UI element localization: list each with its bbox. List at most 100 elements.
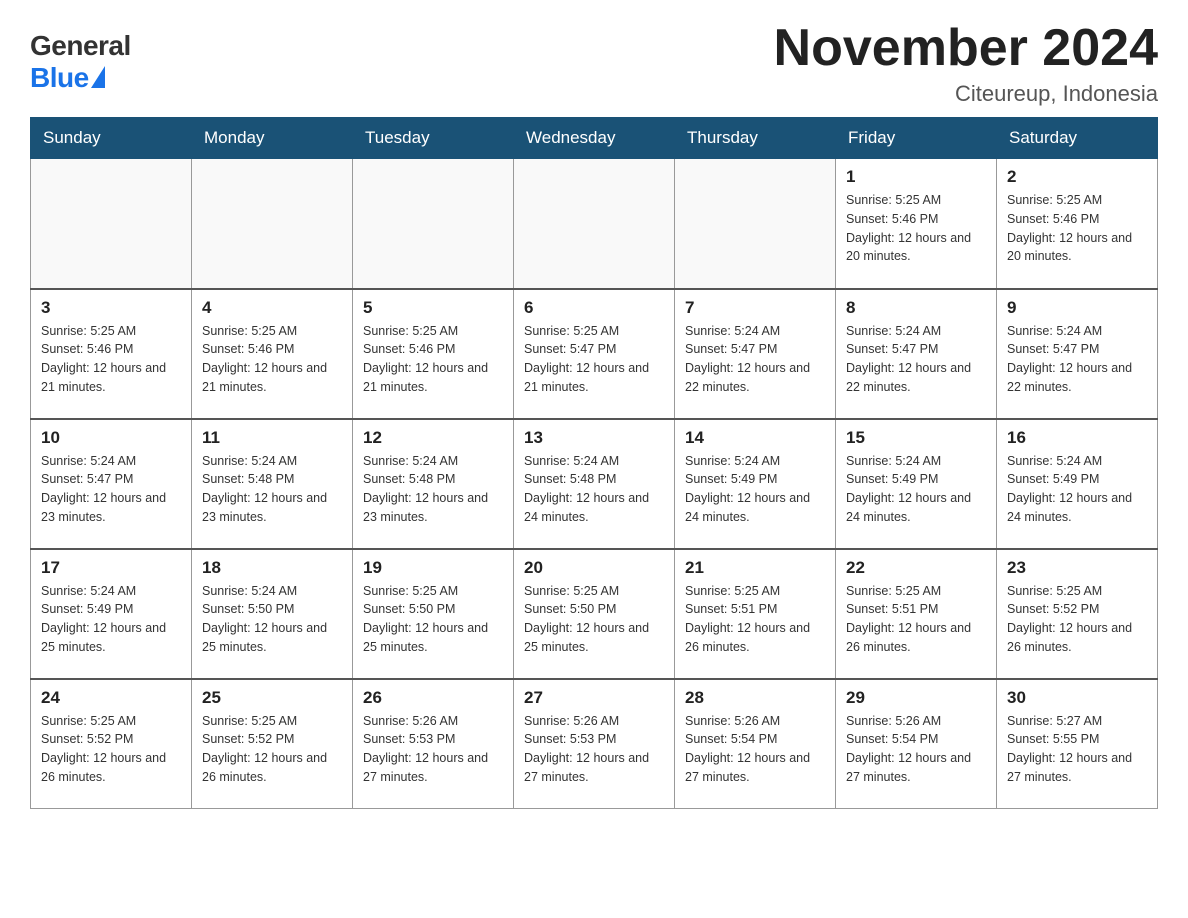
day-number: 16 <box>1007 428 1147 448</box>
calendar-cell-3-1: 18 Sunrise: 5:24 AM Sunset: 5:50 PM Dayli… <box>192 549 353 679</box>
cell-info: Sunrise: 5:25 AM Sunset: 5:46 PM Dayligh… <box>202 322 342 397</box>
day-number: 21 <box>685 558 825 578</box>
calendar-cell-0-1 <box>192 159 353 289</box>
calendar-cell-3-2: 19 Sunrise: 5:25 AM Sunset: 5:50 PM Dayli… <box>353 549 514 679</box>
cell-info: Sunrise: 5:24 AM Sunset: 5:49 PM Dayligh… <box>685 452 825 527</box>
week-row-2: 3 Sunrise: 5:25 AM Sunset: 5:46 PM Daylig… <box>31 289 1158 419</box>
cell-info: Sunrise: 5:24 AM Sunset: 5:47 PM Dayligh… <box>41 452 181 527</box>
cell-info: Sunrise: 5:25 AM Sunset: 5:50 PM Dayligh… <box>524 582 664 657</box>
calendar-cell-4-6: 30 Sunrise: 5:27 AM Sunset: 5:55 PM Dayli… <box>997 679 1158 809</box>
weekday-header-row: Sunday Monday Tuesday Wednesday Thursday… <box>31 118 1158 159</box>
day-number: 13 <box>524 428 664 448</box>
day-number: 14 <box>685 428 825 448</box>
cell-info: Sunrise: 5:25 AM Sunset: 5:47 PM Dayligh… <box>524 322 664 397</box>
calendar-cell-0-6: 2 Sunrise: 5:25 AM Sunset: 5:46 PM Daylig… <box>997 159 1158 289</box>
week-row-3: 10 Sunrise: 5:24 AM Sunset: 5:47 PM Dayli… <box>31 419 1158 549</box>
calendar-cell-2-0: 10 Sunrise: 5:24 AM Sunset: 5:47 PM Dayli… <box>31 419 192 549</box>
day-number: 3 <box>41 298 181 318</box>
cell-info: Sunrise: 5:25 AM Sunset: 5:52 PM Dayligh… <box>1007 582 1147 657</box>
cell-info: Sunrise: 5:24 AM Sunset: 5:50 PM Dayligh… <box>202 582 342 657</box>
calendar-cell-3-3: 20 Sunrise: 5:25 AM Sunset: 5:50 PM Dayli… <box>514 549 675 679</box>
calendar-cell-4-3: 27 Sunrise: 5:26 AM Sunset: 5:53 PM Dayli… <box>514 679 675 809</box>
header-wednesday: Wednesday <box>514 118 675 159</box>
location-subtitle: Citeureup, Indonesia <box>774 81 1158 107</box>
cell-info: Sunrise: 5:26 AM Sunset: 5:54 PM Dayligh… <box>846 712 986 787</box>
calendar-cell-1-6: 9 Sunrise: 5:24 AM Sunset: 5:47 PM Daylig… <box>997 289 1158 419</box>
calendar-cell-1-4: 7 Sunrise: 5:24 AM Sunset: 5:47 PM Daylig… <box>675 289 836 419</box>
day-number: 12 <box>363 428 503 448</box>
logo-triangle-icon <box>91 66 105 88</box>
day-number: 19 <box>363 558 503 578</box>
logo-blue-row: Blue <box>30 62 105 94</box>
day-number: 30 <box>1007 688 1147 708</box>
cell-info: Sunrise: 5:25 AM Sunset: 5:52 PM Dayligh… <box>41 712 181 787</box>
day-number: 18 <box>202 558 342 578</box>
day-number: 2 <box>1007 167 1147 187</box>
calendar-cell-1-1: 4Sunrise: 5:25 AM Sunset: 5:46 PM Daylig… <box>192 289 353 419</box>
calendar-cell-1-0: 3Sunrise: 5:25 AM Sunset: 5:46 PM Daylig… <box>31 289 192 419</box>
calendar-cell-0-0 <box>31 159 192 289</box>
cell-info: Sunrise: 5:26 AM Sunset: 5:54 PM Dayligh… <box>685 712 825 787</box>
day-number: 11 <box>202 428 342 448</box>
cell-info: Sunrise: 5:24 AM Sunset: 5:47 PM Dayligh… <box>685 322 825 397</box>
day-number: 10 <box>41 428 181 448</box>
calendar-cell-2-4: 14 Sunrise: 5:24 AM Sunset: 5:49 PM Dayli… <box>675 419 836 549</box>
cell-info: Sunrise: 5:24 AM Sunset: 5:49 PM Dayligh… <box>41 582 181 657</box>
day-number: 23 <box>1007 558 1147 578</box>
cell-info: Sunrise: 5:27 AM Sunset: 5:55 PM Dayligh… <box>1007 712 1147 787</box>
calendar-cell-0-4 <box>675 159 836 289</box>
header-monday: Monday <box>192 118 353 159</box>
cell-info: Sunrise: 5:25 AM Sunset: 5:51 PM Dayligh… <box>846 582 986 657</box>
cell-info: Sunrise: 5:24 AM Sunset: 5:48 PM Dayligh… <box>524 452 664 527</box>
day-number: 7 <box>685 298 825 318</box>
calendar-table: Sunday Monday Tuesday Wednesday Thursday… <box>30 117 1158 809</box>
calendar-cell-4-5: 29Sunrise: 5:26 AM Sunset: 5:54 PM Dayli… <box>836 679 997 809</box>
cell-info: Sunrise: 5:24 AM Sunset: 5:47 PM Dayligh… <box>1007 322 1147 397</box>
page-header: General Blue November 2024 Citeureup, In… <box>30 20 1158 107</box>
logo-blue-text: Blue <box>30 62 89 94</box>
calendar-cell-4-4: 28 Sunrise: 5:26 AM Sunset: 5:54 PM Dayli… <box>675 679 836 809</box>
month-title: November 2024 <box>774 20 1158 77</box>
calendar-cell-4-2: 26 Sunrise: 5:26 AM Sunset: 5:53 PM Dayli… <box>353 679 514 809</box>
cell-info: Sunrise: 5:25 AM Sunset: 5:50 PM Dayligh… <box>363 582 503 657</box>
cell-info: Sunrise: 5:25 AM Sunset: 5:46 PM Dayligh… <box>846 191 986 266</box>
cell-info: Sunrise: 5:24 AM Sunset: 5:48 PM Dayligh… <box>202 452 342 527</box>
calendar-cell-2-5: 15Sunrise: 5:24 AM Sunset: 5:49 PM Dayli… <box>836 419 997 549</box>
day-number: 9 <box>1007 298 1147 318</box>
calendar-cell-0-5: 1 Sunrise: 5:25 AM Sunset: 5:46 PM Daylig… <box>836 159 997 289</box>
day-number: 8 <box>846 298 986 318</box>
day-number: 5 <box>363 298 503 318</box>
calendar-cell-2-3: 13 Sunrise: 5:24 AM Sunset: 5:48 PM Dayli… <box>514 419 675 549</box>
cell-info: Sunrise: 5:26 AM Sunset: 5:53 PM Dayligh… <box>363 712 503 787</box>
calendar-cell-0-2 <box>353 159 514 289</box>
cell-info: Sunrise: 5:25 AM Sunset: 5:46 PM Dayligh… <box>1007 191 1147 266</box>
calendar-cell-4-1: 25Sunrise: 5:25 AM Sunset: 5:52 PM Dayli… <box>192 679 353 809</box>
cell-info: Sunrise: 5:25 AM Sunset: 5:46 PM Dayligh… <box>363 322 503 397</box>
calendar-cell-1-2: 5 Sunrise: 5:25 AM Sunset: 5:46 PM Daylig… <box>353 289 514 419</box>
cell-info: Sunrise: 5:25 AM Sunset: 5:51 PM Dayligh… <box>685 582 825 657</box>
day-number: 6 <box>524 298 664 318</box>
cell-info: Sunrise: 5:24 AM Sunset: 5:48 PM Dayligh… <box>363 452 503 527</box>
header-friday: Friday <box>836 118 997 159</box>
day-number: 26 <box>363 688 503 708</box>
calendar-cell-0-3 <box>514 159 675 289</box>
day-number: 1 <box>846 167 986 187</box>
day-number: 28 <box>685 688 825 708</box>
logo-general-text: General <box>30 30 131 62</box>
calendar-cell-4-0: 24Sunrise: 5:25 AM Sunset: 5:52 PM Dayli… <box>31 679 192 809</box>
day-number: 22 <box>846 558 986 578</box>
week-row-5: 24Sunrise: 5:25 AM Sunset: 5:52 PM Dayli… <box>31 679 1158 809</box>
cell-info: Sunrise: 5:24 AM Sunset: 5:47 PM Dayligh… <box>846 322 986 397</box>
title-area: November 2024 Citeureup, Indonesia <box>774 20 1158 107</box>
calendar-cell-1-5: 8 Sunrise: 5:24 AM Sunset: 5:47 PM Daylig… <box>836 289 997 419</box>
cell-info: Sunrise: 5:26 AM Sunset: 5:53 PM Dayligh… <box>524 712 664 787</box>
day-number: 27 <box>524 688 664 708</box>
day-number: 20 <box>524 558 664 578</box>
calendar-cell-3-6: 23 Sunrise: 5:25 AM Sunset: 5:52 PM Dayli… <box>997 549 1158 679</box>
header-thursday: Thursday <box>675 118 836 159</box>
calendar-cell-2-1: 11 Sunrise: 5:24 AM Sunset: 5:48 PM Dayli… <box>192 419 353 549</box>
header-sunday: Sunday <box>31 118 192 159</box>
week-row-1: 1 Sunrise: 5:25 AM Sunset: 5:46 PM Daylig… <box>31 159 1158 289</box>
week-row-4: 17Sunrise: 5:24 AM Sunset: 5:49 PM Dayli… <box>31 549 1158 679</box>
header-saturday: Saturday <box>997 118 1158 159</box>
